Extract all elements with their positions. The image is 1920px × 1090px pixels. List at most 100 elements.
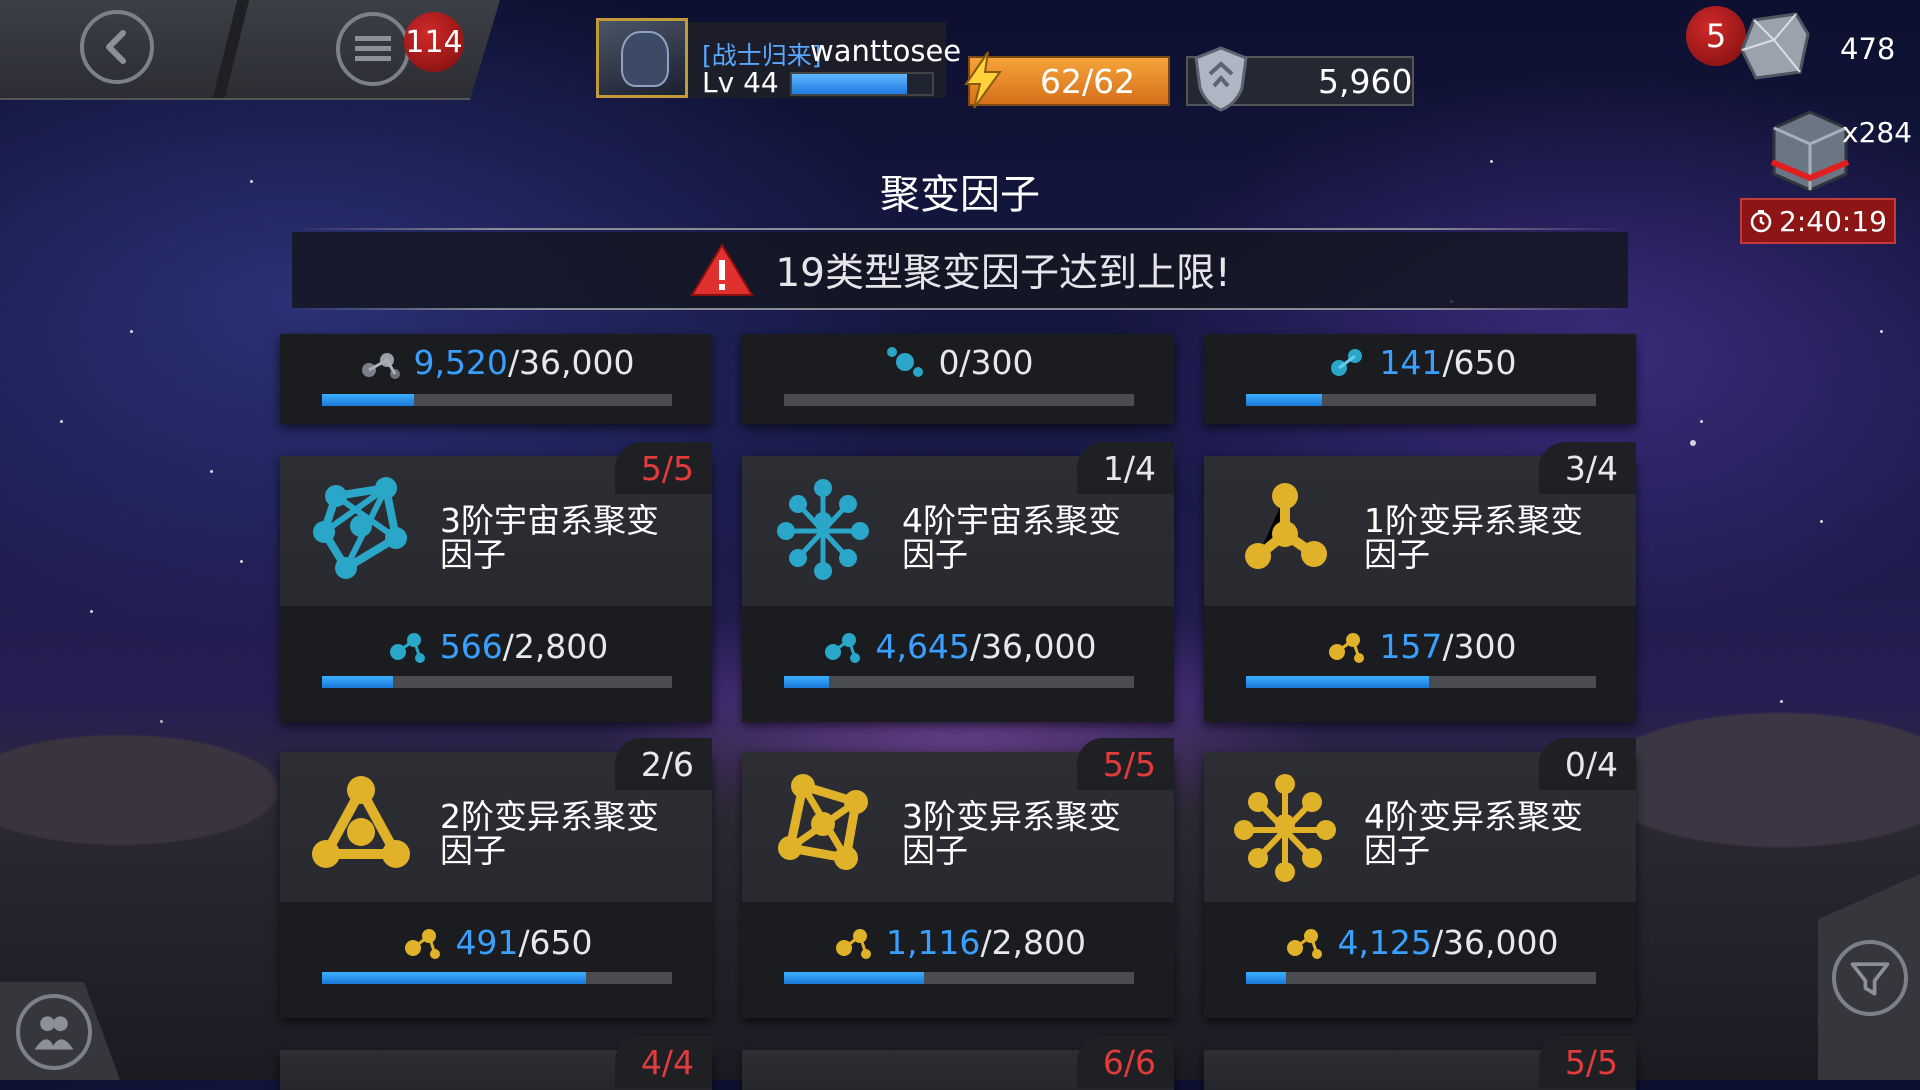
catalyst-progress-bar	[322, 676, 672, 688]
catalyst-count-tab: 3/4	[1538, 442, 1636, 494]
catalyst-card-partial[interactable]: 9,520/36,000	[280, 334, 712, 424]
catalyst-progress-bar	[322, 394, 672, 406]
mutant-tier4-catalyst-icon	[1234, 774, 1336, 882]
catalyst-progress-bar	[1246, 972, 1596, 984]
catalyst-progress-fill	[784, 972, 924, 984]
catalyst-progress-text: 0/300	[742, 342, 1174, 382]
chevron-left-icon	[106, 30, 126, 64]
filter-button[interactable]	[1832, 940, 1908, 1016]
catalyst-progress-bar	[1246, 676, 1596, 688]
player-name: wanttosee	[810, 34, 962, 68]
catalyst-count-tab: 6/6	[1076, 1036, 1174, 1088]
catalyst-amount: 0/300	[938, 342, 1034, 382]
catalyst-max: /650	[1442, 342, 1517, 382]
player-avatar[interactable]	[596, 18, 688, 98]
filter-icon	[1850, 962, 1890, 996]
catalyst-progress-bar	[1246, 394, 1596, 406]
lightning-icon	[964, 51, 1002, 109]
menu-notification-badge: 114	[404, 12, 464, 72]
catalyst-count-tab: 4/4	[614, 1036, 712, 1088]
cosmic-tier4-catalyst-icon	[777, 479, 869, 580]
catalyst-card[interactable]: 4阶宇宙系聚变因子 1/4 4,645/36,000	[742, 442, 1174, 722]
gray-catalyst-icon	[362, 353, 401, 379]
catalyst-progress-text: 9,520/36,000	[280, 342, 712, 382]
catalyst-card[interactable]: 3阶宇宙系聚变因子 5/5 566/2,800	[280, 442, 712, 722]
catalyst-max: /300	[1442, 626, 1517, 666]
catalyst-progress-bar	[784, 972, 1134, 984]
catalyst-card-cut[interactable]: 5/5	[1204, 1036, 1636, 1090]
catalyst-progress-text: 566/2,800	[280, 626, 712, 666]
catalyst-max: /36,000	[969, 626, 1097, 666]
catalyst-small-icon	[1329, 633, 1365, 663]
catalyst-card[interactable]: 3阶变异系聚变因子 5/5 1,116/2,800	[742, 738, 1174, 1018]
catalyst-card-cut[interactable]: 4/4	[280, 1036, 712, 1090]
catalyst-progress-fill	[322, 676, 393, 688]
catalyst-progress-fill	[1246, 972, 1287, 984]
page-title: 聚变因子	[880, 172, 1040, 218]
back-button[interactable]	[80, 10, 154, 84]
catalyst-name: 4阶宇宙系聚变因子	[902, 501, 1121, 574]
catalyst-name: 3阶宇宙系聚变因子	[440, 501, 659, 574]
catalyst-card[interactable]: 4阶变异系聚变因子 0/4 4,125/36,000	[1204, 738, 1636, 1018]
catalyst-progress-text: 4,125/36,000	[1204, 922, 1636, 962]
catalyst-progress-bar	[322, 972, 672, 984]
catalyst-progress-text: 4,645/36,000	[742, 626, 1174, 666]
catalyst-progress-text: 141/650	[1204, 342, 1636, 382]
catalyst-count-tab: 1/4	[1076, 442, 1174, 494]
xp-bar	[790, 72, 934, 96]
catalyst-progress-fill	[1246, 676, 1430, 688]
team-icon	[34, 1016, 74, 1050]
catalyst-progress-fill	[784, 676, 830, 688]
mutant-tier2-catalyst-icon	[312, 776, 410, 868]
xp-bar-fill	[792, 74, 907, 94]
catalyst-count-tab: 5/5	[1076, 738, 1174, 790]
player-level: Lv 44	[702, 66, 779, 99]
energy-value: 62/62	[1040, 62, 1136, 101]
catalyst-name: 4阶变异系聚变因子	[1364, 797, 1583, 870]
alliance-button[interactable]	[16, 994, 92, 1070]
mutant-tier1-catalyst-icon	[1245, 483, 1327, 569]
catalyst-current: 1,116	[885, 922, 981, 962]
limit-warning-banner: 19类型聚变因子达到上限!	[292, 232, 1628, 308]
catalyst-card[interactable]: 2阶变异系聚变因子 2/6 491/650	[280, 738, 712, 1018]
catalyst-progress-fill	[322, 394, 415, 406]
crystal-icon[interactable]	[1736, 10, 1814, 82]
catalyst-small-icon	[835, 929, 871, 959]
catalyst-current: 491	[455, 922, 519, 962]
teal-catalyst-icon	[887, 347, 924, 377]
gold-value: 5,960	[1318, 62, 1413, 101]
shield-icon	[1194, 46, 1248, 112]
catalyst-current: 4,125	[1337, 922, 1432, 962]
limit-warning-text: 19类型聚变因子达到上限!	[775, 251, 1231, 296]
catalyst-progress-text: 491/650	[280, 922, 712, 962]
catalyst-small-icon	[405, 929, 441, 959]
catalyst-progress-text: 157/300	[1204, 626, 1636, 666]
catalyst-card-partial[interactable]: 0/300	[742, 334, 1174, 424]
cosmic-tier3-catalyst-icon	[313, 477, 407, 579]
catalyst-card-cut[interactable]: 6/6	[742, 1036, 1174, 1090]
mutant-tier3-catalyst-icon	[778, 774, 868, 870]
catalyst-small-icon	[1287, 929, 1323, 959]
catalyst-progress-fill	[1246, 394, 1322, 406]
catalyst-name: 2阶变异系聚变因子	[440, 797, 659, 870]
catalyst-count-tab: 5/5	[614, 442, 712, 494]
warning-icon	[690, 243, 755, 296]
catalyst-name: 1阶变异系聚变因子	[1364, 501, 1583, 574]
chest-count: x284	[1842, 116, 1913, 149]
catalyst-progress-fill	[322, 972, 587, 984]
menu-icon	[355, 36, 391, 61]
catalyst-card-partial[interactable]: 141/650	[1204, 334, 1636, 424]
catalyst-progress-bar	[784, 676, 1134, 688]
catalyst-small-icon	[825, 633, 861, 663]
crystal-count: 478	[1840, 32, 1896, 66]
catalyst-progress-text: 1,116/2,800	[742, 922, 1174, 962]
catalyst-small-icon	[389, 633, 425, 663]
avatar-portrait	[621, 31, 669, 87]
catalyst-card[interactable]: 1阶变异系聚变因子 3/4 157/300	[1204, 442, 1636, 722]
catalyst-current: 141	[1379, 342, 1443, 382]
menu-button[interactable]	[336, 12, 410, 86]
catalyst-count-tab: 0/4	[1538, 738, 1636, 790]
catalyst-current: 9,520	[413, 342, 508, 382]
catalyst-max: /36,000	[507, 342, 635, 382]
catalyst-current: 157	[1379, 626, 1443, 666]
